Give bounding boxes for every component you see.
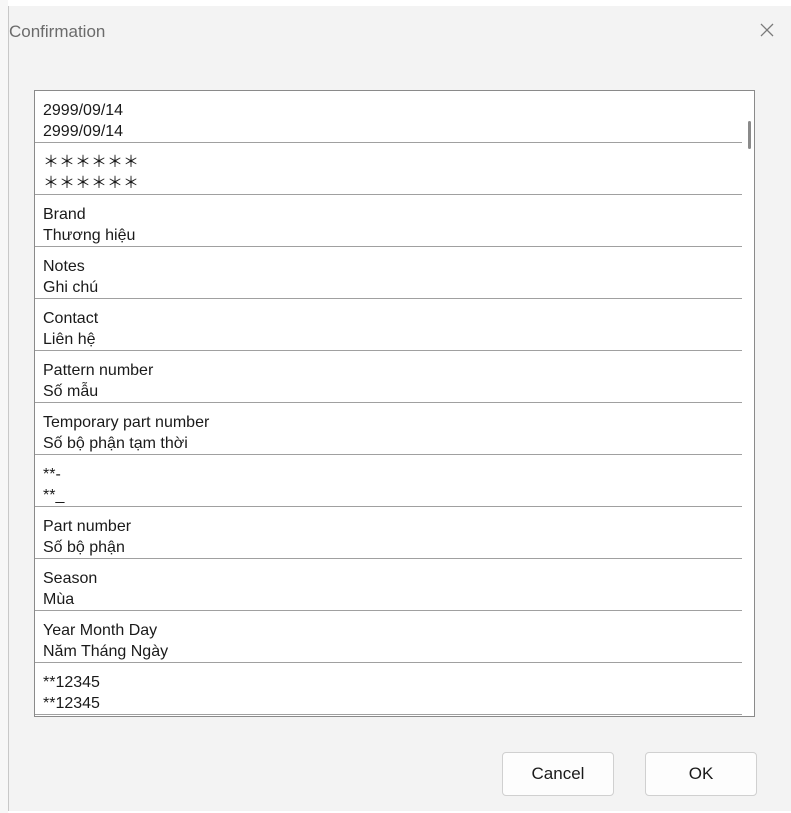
list-item[interactable]: **- **_ [35,455,745,507]
list-item-secondary-text: ＊＊＊＊＊＊ [43,175,140,192]
list-item-secondary-text: Liên hệ [43,331,96,348]
list-content: 2999/09/14 2999/09/14 ＊＊＊＊＊＊ ＊＊＊＊＊＊ Brand Thư… [35,91,745,715]
confirmation-dialog: Confirmation 2999/09/14 2999/09/14 ＊＊＊＊＊＊＊… [8,6,791,811]
list-item-secondary-text: Số bộ phận [43,539,125,556]
close-icon [760,23,774,37]
list-item[interactable]: Year Month Day Năm Tháng Ngày [35,611,745,663]
list-item-secondary-text: Số bộ phận tạm thời [43,435,188,452]
list-item-secondary-text: Số mẫu [43,383,99,400]
list-item-secondary-text: 2999/09/14 [43,123,124,140]
list-item-primary-text: Notes [43,258,85,275]
list-item-primary-text: **12345 [43,674,100,691]
list-item-secondary-text: Ghi chú [43,279,99,296]
list-item-primary-text: Brand [43,206,86,223]
list-item-secondary-text: Thương hiệu [43,227,136,244]
list-item-primary-text: Contact [43,310,99,327]
list-item-primary-text: ＊＊＊＊＊＊ [43,154,140,171]
list-item-primary-text: 2999/09/14 [43,102,124,119]
confirmation-list[interactable]: 2999/09/14 2999/09/14 ＊＊＊＊＊＊ ＊＊＊＊＊＊ Brand Thư… [34,90,755,717]
list-item[interactable]: Part number Số bộ phận [35,507,745,559]
dialog-title: Confirmation [9,22,106,41]
list-item-primary-text: Pattern number [43,362,154,379]
list-item[interactable]: Brand Thương hiệu [35,195,745,247]
list-item[interactable]: Temporary part number Số bộ phận tạm thời [35,403,745,455]
ok-button[interactable]: OK [645,752,757,796]
list-item[interactable]: Pattern number Số mẫu [35,351,745,403]
list-item[interactable]: Season Mùa [35,559,745,611]
list-item-primary-text: Temporary part number [43,414,210,431]
list-item-secondary-text: Năm Tháng Ngày [43,643,169,660]
window-left-edge [0,0,8,813]
list-item[interactable]: 2999/09/14 2999/09/14 [35,91,745,143]
vertical-scrollbar[interactable] [742,91,754,716]
scroll-thumb[interactable] [748,121,751,149]
list-item-secondary-text: Mùa [43,591,75,608]
list-item-primary-text: Season [43,570,98,587]
list-item[interactable]: Notes Ghi chú [35,247,745,299]
list-item[interactable]: **12345 **12345 [35,663,745,715]
close-button[interactable] [757,20,777,40]
list-item-secondary-text: **_ [43,487,65,504]
cancel-button[interactable]: Cancel [502,752,614,796]
list-item[interactable]: Contact Liên hệ [35,299,745,351]
list-item-secondary-text: **12345 [43,695,100,712]
list-item[interactable]: ＊＊＊＊＊＊ ＊＊＊＊＊＊ [35,143,745,195]
list-item-primary-text: Year Month Day [43,622,158,639]
list-item-primary-text: Part number [43,518,132,535]
list-item-primary-text: **- [43,466,61,483]
